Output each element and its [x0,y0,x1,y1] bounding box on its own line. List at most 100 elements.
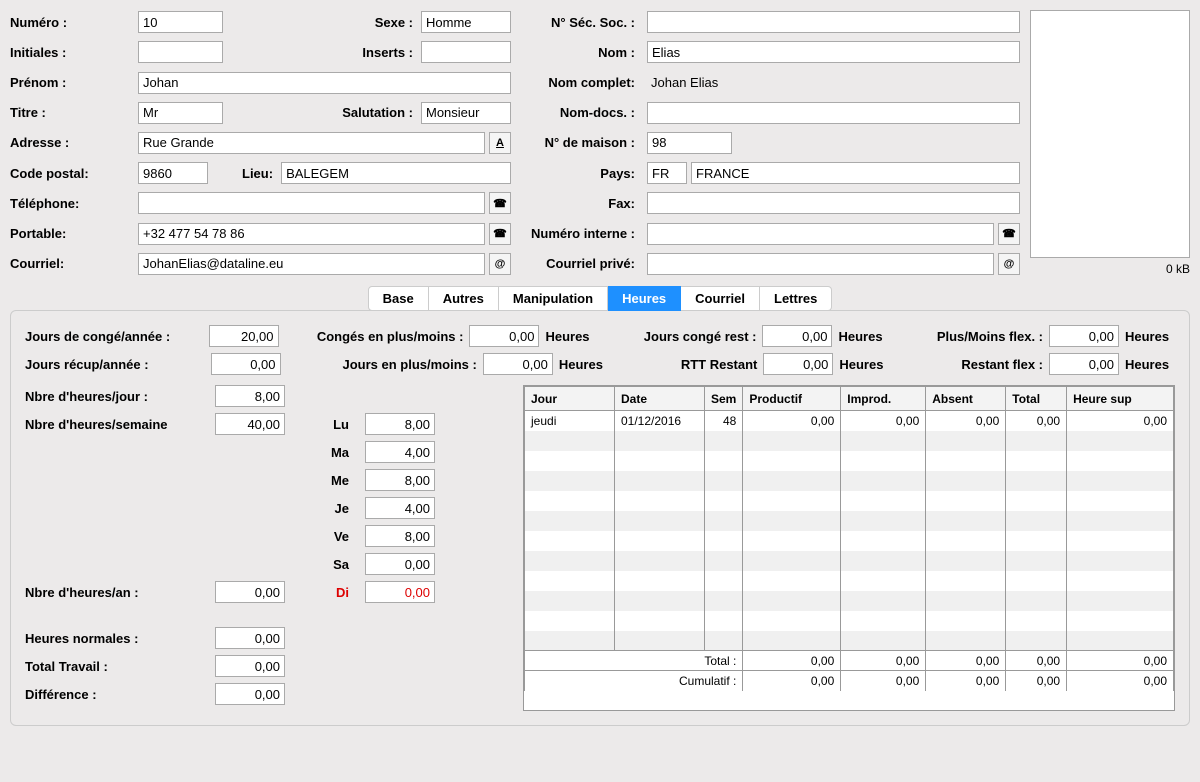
cell: 0,00 [841,651,926,671]
phone-icon[interactable]: ☎ [489,192,511,214]
titre-field[interactable] [138,102,223,124]
diff-field[interactable] [215,683,285,705]
sexe-field[interactable] [421,11,511,33]
conge-pm-field[interactable] [469,325,539,347]
codepostal-field[interactable] [138,162,208,184]
tot-field[interactable] [215,655,285,677]
tab-courriel[interactable]: Courriel [681,286,760,311]
day-lu-field[interactable] [365,413,435,435]
th-absent[interactable]: Absent [926,387,1006,411]
day-ma-field[interactable] [365,441,435,463]
numero-field[interactable] [138,11,223,33]
tab-heures[interactable]: Heures [608,286,681,311]
courriel-field[interactable] [138,253,485,275]
cell-productif: 0,00 [743,411,841,431]
th-total[interactable]: Total [1006,387,1067,411]
phone-icon[interactable]: ☎ [489,223,511,245]
table-row[interactable] [525,491,1174,511]
day-di-field[interactable] [365,581,435,603]
day-ve-field[interactable] [365,525,435,547]
th-sem[interactable]: Sem [705,387,743,411]
cumul-label: Cumulatif : [525,671,743,691]
initiales-field[interactable] [138,41,223,63]
email-icon[interactable]: @ [998,253,1020,275]
rtt-field[interactable] [763,353,833,375]
portable-field[interactable] [138,223,485,245]
pays-label: Pays: [519,166,639,181]
tab-lettres[interactable]: Lettres [760,286,832,311]
nomdocs-field[interactable] [647,102,1020,124]
jours-pm-field[interactable] [483,353,553,375]
table-row[interactable] [525,571,1174,591]
paysnom-field[interactable] [691,162,1020,184]
salutation-field[interactable] [421,102,511,124]
norm-label: Heures normales : [25,631,205,646]
flex-rest-field[interactable] [1049,353,1119,375]
recup-an-field[interactable] [211,353,281,375]
nmaison-field[interactable] [647,132,732,154]
day-sa-field[interactable] [365,553,435,575]
adresse-label: Adresse : [10,135,130,150]
cell: 0,00 [926,671,1006,691]
table-row[interactable] [525,511,1174,531]
email-icon[interactable]: @ [489,253,511,275]
numinterne-field[interactable] [647,223,994,245]
inserts-field[interactable] [421,41,511,63]
table-row[interactable] [525,631,1174,651]
total-label: Total : [525,651,743,671]
cell-sup: 0,00 [1067,411,1174,431]
day-je-field[interactable] [365,497,435,519]
secsoc-field[interactable] [647,11,1020,33]
lieu-field[interactable] [281,162,511,184]
total-row: Total : 0,00 0,00 0,00 0,00 0,00 [525,651,1174,671]
cell: 0,00 [1067,651,1174,671]
th-sup[interactable]: Heure sup [1067,387,1174,411]
nom-field[interactable] [647,41,1020,63]
unit-label: Heures [559,357,619,372]
hsem-field[interactable] [215,413,285,435]
conge-pm-label: Congés en plus/moins : [285,329,464,344]
tab-manipulation[interactable]: Manipulation [499,286,608,311]
phone-icon[interactable]: ☎ [998,223,1020,245]
th-improd[interactable]: Improd. [841,387,926,411]
unit-label: Heures [839,357,899,372]
han-field[interactable] [215,581,285,603]
conge-rest-field[interactable] [762,325,832,347]
table-row[interactable] [525,591,1174,611]
unit-label: Heures [545,329,605,344]
cell: 0,00 [841,671,926,691]
table-row[interactable]: jeudi 01/12/2016 48 0,00 0,00 0,00 0,00 … [525,411,1174,431]
telephone-field[interactable] [138,192,485,214]
table-row[interactable] [525,611,1174,631]
hjour-field[interactable] [215,385,285,407]
lieu-label: Lieu: [242,166,277,181]
fax-field[interactable] [647,192,1020,214]
adresse-field[interactable] [138,132,485,154]
table-row[interactable] [525,531,1174,551]
table-row[interactable] [525,551,1174,571]
norm-field[interactable] [215,627,285,649]
tab-autres[interactable]: Autres [429,286,499,311]
photo-box[interactable] [1030,10,1190,258]
conge-an-field[interactable] [209,325,279,347]
rtt-label: RTT Restant [625,357,758,372]
day-me-field[interactable] [365,469,435,491]
flex-pm-field[interactable] [1049,325,1119,347]
courrielprive-field[interactable] [647,253,994,275]
cell-sem: 48 [705,411,743,431]
diff-label: Différence : [25,687,205,702]
tab-base[interactable]: Base [368,286,429,311]
th-date[interactable]: Date [615,387,705,411]
th-productif[interactable]: Productif [743,387,841,411]
cell-total: 0,00 [1006,411,1067,431]
prenom-field[interactable] [138,72,511,94]
table-row[interactable] [525,451,1174,471]
tot-label: Total Travail : [25,659,205,674]
address-lookup-icon[interactable]: A [489,132,511,154]
day-sa-label: Sa [305,557,355,572]
table-row[interactable] [525,471,1174,491]
table-row[interactable] [525,431,1174,451]
payscode-field[interactable] [647,162,687,184]
th-jour[interactable]: Jour [525,387,615,411]
hours-table[interactable]: Jour Date Sem Productif Improd. Absent T… [523,385,1175,711]
